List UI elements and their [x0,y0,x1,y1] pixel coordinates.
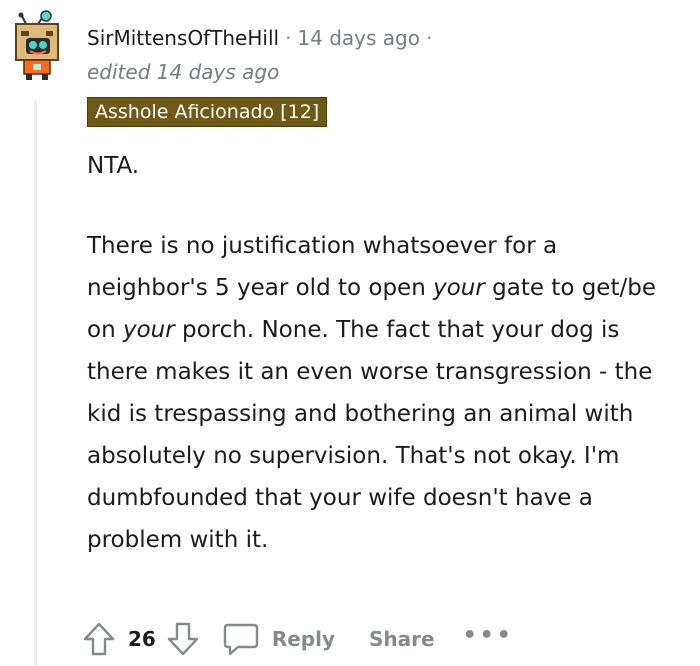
upvote-arrow-icon [83,622,115,656]
comment-emphasis: your [122,317,175,343]
comment-paragraph-1: NTA. [87,153,140,179]
more-options-button[interactable]: ••• [463,623,514,648]
robot-cat-avatar-icon [15,10,59,80]
timestamp-link[interactable]: 14 days ago [297,26,420,50]
downvote-arrow-icon [167,622,199,656]
meta-separator: · [285,26,292,50]
username-link[interactable]: SirMittensOfTheHill [87,26,279,50]
user-avatar[interactable] [8,10,66,82]
comment-paragraph-2: There is no justification whatsoever for… [87,225,667,561]
reply-button[interactable]: Reply [222,621,335,657]
comment-meta: SirMittensOfTheHill · 14 days ago · [87,24,438,52]
speech-bubble-icon [223,623,259,656]
share-button[interactable]: Share [369,627,435,651]
reply-label: Reply [271,627,336,651]
user-flair-badge: Asshole Aficionado [12] [87,97,328,127]
comment-actions-bar: 26 Reply Share ••• [82,617,514,661]
comment-text-segment: porch. None. The fact that your dog is t… [87,317,653,553]
meta-trailing-separator: · [425,26,433,50]
comment-emphasis: your [433,275,485,301]
downvote-button[interactable] [166,621,200,657]
comment-body: NTA. There is no justification whatsoeve… [87,145,667,561]
thread-line[interactable] [34,100,37,666]
upvote-button[interactable] [82,621,116,657]
vote-score: 26 [128,627,156,651]
edited-label: edited 14 days ago [87,60,280,84]
